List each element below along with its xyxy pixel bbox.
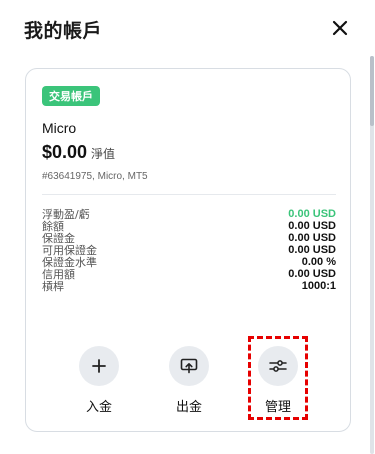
close-button[interactable] — [328, 16, 352, 40]
deposit-button[interactable]: 入金 — [67, 346, 131, 415]
page-title: 我的帳戶 — [24, 20, 103, 42]
divider — [42, 194, 336, 195]
stat-row-margin-level: 保證金水準 0.00 % — [42, 256, 336, 269]
equity-label: 淨值 — [91, 147, 116, 161]
stat-value: 0.00 USD — [288, 232, 336, 244]
plus-icon — [92, 359, 106, 373]
equity: $0.00 淨值 — [42, 142, 115, 163]
scrollbar-thumb[interactable] — [370, 56, 374, 126]
stat-label: 槓桿 — [42, 280, 64, 293]
withdraw-label: 出金 — [175, 400, 202, 415]
account-meta: #63641975, Micro, MT5 — [42, 171, 148, 182]
stat-value: 0.00 USD — [288, 220, 336, 232]
close-icon — [332, 20, 348, 36]
stat-value: 1000:1 — [301, 280, 336, 292]
account-name: Micro — [42, 120, 77, 136]
withdraw-button[interactable]: 出金 — [157, 346, 221, 415]
stat-value: 0.00 % — [301, 256, 336, 268]
stat-value: 0.00 USD — [288, 208, 336, 220]
withdraw-icon — [180, 358, 198, 374]
stat-value: 0.00 USD — [288, 244, 336, 256]
deposit-label: 入金 — [85, 400, 112, 415]
stat-row-floating-pl: 浮動盈/虧 0.00 USD — [42, 208, 336, 221]
account-card: 交易帳戶 Micro $0.00 淨值 #63641975, Micro, MT… — [25, 68, 351, 432]
settings-sliders-icon — [269, 360, 287, 372]
account-type-badge: 交易帳戶 — [42, 86, 100, 106]
stats-list: 浮動盈/虧 0.00 USD 餘額 0.00 USD 保證金 0.00 USD … — [42, 208, 336, 293]
stat-value: 0.00 USD — [288, 268, 336, 280]
manage-button[interactable]: 管理 — [246, 346, 310, 415]
manage-label: 管理 — [264, 400, 291, 415]
equity-value: $0.00 — [42, 142, 88, 162]
stat-row-leverage: 槓桿 1000:1 — [42, 280, 336, 293]
